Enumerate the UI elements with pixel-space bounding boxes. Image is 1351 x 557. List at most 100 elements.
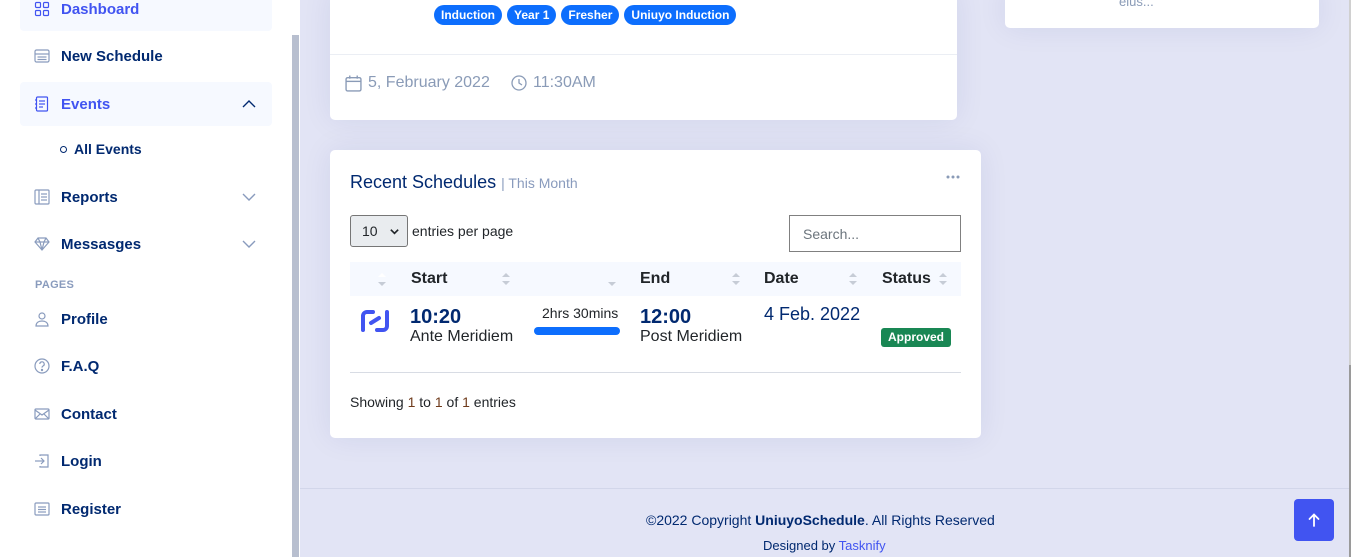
back-to-top-button[interactable] [1294,499,1334,541]
brand-name: UniuyoSchedule [755,512,865,528]
sidebar-item-label: Reports [61,188,118,206]
per-page-label: entries per page [412,223,514,239]
credits-text: Designed by [763,538,839,553]
sort-icon[interactable] [732,271,740,287]
box-arrow-in-right-icon [34,453,50,469]
menu-button-icon [34,48,50,64]
per-page-select[interactable]: 10 [350,215,408,247]
sidebar-item-new-schedule[interactable]: New Schedule [20,34,272,78]
credits: Designed by Tasknify [763,538,886,553]
event-tags: Induction Year 1 Fresher Uniuyo Inductio… [434,5,737,25]
side-card-text: eius... [1119,0,1154,9]
event-date-text: 5, February 2022 [368,74,490,91]
sidebar-item-label: Messasges [61,235,142,253]
sidebar-item-label: Events [61,95,111,113]
sidebar: Dashboard New Schedule Events All Events… [0,0,291,557]
event-card: Induction Year 1 Fresher Uniuyo Inductio… [330,0,957,120]
card-title-text: Recent Schedules [350,172,497,192]
sidebar-item-contact[interactable]: Contact [20,392,272,436]
copyright-text: ©2022 Copyright [646,512,756,528]
end-meridiem: Post Meridiem [640,328,743,345]
sidebar-item-label: New Schedule [61,47,163,65]
sidebar-item-label: Profile [61,310,108,328]
sidebar-item-label: Contact [61,405,117,423]
grid-icon [34,1,50,17]
table-header: Start End Date Status [350,262,961,296]
tag-badge: Induction [434,5,502,25]
sidebar-item-label: Dashboard [61,0,140,18]
sidebar-item-label: Register [61,500,122,518]
card-title: Recent Schedules | This Month [350,172,578,193]
search-placeholder: Search... [803,225,860,242]
footer-divider [300,488,1351,489]
info-number: 1 [434,394,443,410]
copyright-text: . All Rights Reserved [864,512,995,528]
chevron-down-icon [242,237,256,251]
gem-icon [34,236,50,252]
info-text: to [415,394,435,410]
info-text: entries [469,394,516,410]
column-header-start[interactable]: Start [411,262,447,296]
sidebar-scrollbar[interactable] [291,0,300,557]
column-header-label: Date [764,270,799,287]
column-header-status[interactable]: Status [882,262,931,296]
info-number: 1 [462,394,470,410]
sort-icon[interactable] [608,271,616,287]
schedule-date: 4 Feb. 2022 [764,304,861,324]
search-input[interactable]: Search... [789,215,961,252]
sidebar-item-register[interactable]: Register [20,487,272,531]
sort-icon[interactable] [939,271,947,287]
sidebar-item-label: Login [61,452,102,470]
chevron-down-icon [242,190,256,204]
sidebar-item-profile[interactable]: Profile [20,297,272,341]
sort-icon[interactable] [502,271,510,287]
info-text: of [442,394,463,410]
layout-text-icon [34,189,50,205]
sidebar-subitem-label: All Events [74,141,142,157]
tag-badge: Fresher [561,5,620,25]
chevron-up-icon [242,97,256,111]
tag-badge: Year 1 [507,5,557,25]
column-header-label: Start [411,270,448,287]
table-row[interactable]: 10:20 Ante Meridiem 2hrs 30mins 12:00 Po… [350,296,961,372]
sidebar-item-login[interactable]: Login [20,439,272,483]
sidebar-item-events[interactable]: Events [20,82,272,126]
end-time: 12:00 [640,306,692,328]
calendar-icon [345,75,362,92]
status-badge: Approved [881,328,952,347]
designer-link[interactable]: Tasknify [839,538,886,553]
three-dots-icon[interactable] [946,166,960,184]
sidebar-item-label: F.A.Q [61,357,100,375]
card-list-icon [34,501,50,517]
schedule-logo-icon [360,308,390,339]
recent-schedules-card: Recent Schedules | This Month 10 entries… [330,150,981,438]
start-time: 10:20 [410,306,462,328]
arrow-up-icon [1308,513,1320,527]
sidebar-item-messages[interactable]: Messasges [20,222,272,266]
column-header-date[interactable]: Date [764,262,799,296]
per-page-value: 10 [362,223,378,239]
duration-bar [534,327,620,335]
start-meridiem: Ante Meridiem [410,328,514,345]
sidebar-subitem-all-events[interactable]: All Events [60,141,142,157]
circle-icon [60,145,67,153]
info-text: Showing [350,394,408,410]
sidebar-scrollbar-thumb[interactable] [292,35,299,557]
card-divider [330,54,957,55]
card-subtitle: | This Month [501,175,578,191]
tag-badge: Uniuyo Induction [624,5,737,25]
sort-icon[interactable] [378,271,386,287]
duration-label: 2hrs 30mins [542,305,619,321]
sort-icon[interactable] [849,271,857,287]
entries-per-page: 10 entries per page [350,215,513,247]
journal-text-icon [34,96,50,112]
envelope-icon [34,406,50,422]
sidebar-item-reports[interactable]: Reports [20,175,272,219]
question-circle-icon [34,358,50,374]
sidebar-item-dashboard[interactable]: Dashboard [20,0,272,31]
sidebar-item-faq[interactable]: F.A.Q [20,344,272,388]
event-date: 5, February 2022 [345,74,490,92]
table-info: Showing 1 to 1 of 1 entries [350,394,516,410]
column-header-end[interactable]: End [640,262,670,296]
sidebar-section-heading: PAGES [35,279,75,291]
